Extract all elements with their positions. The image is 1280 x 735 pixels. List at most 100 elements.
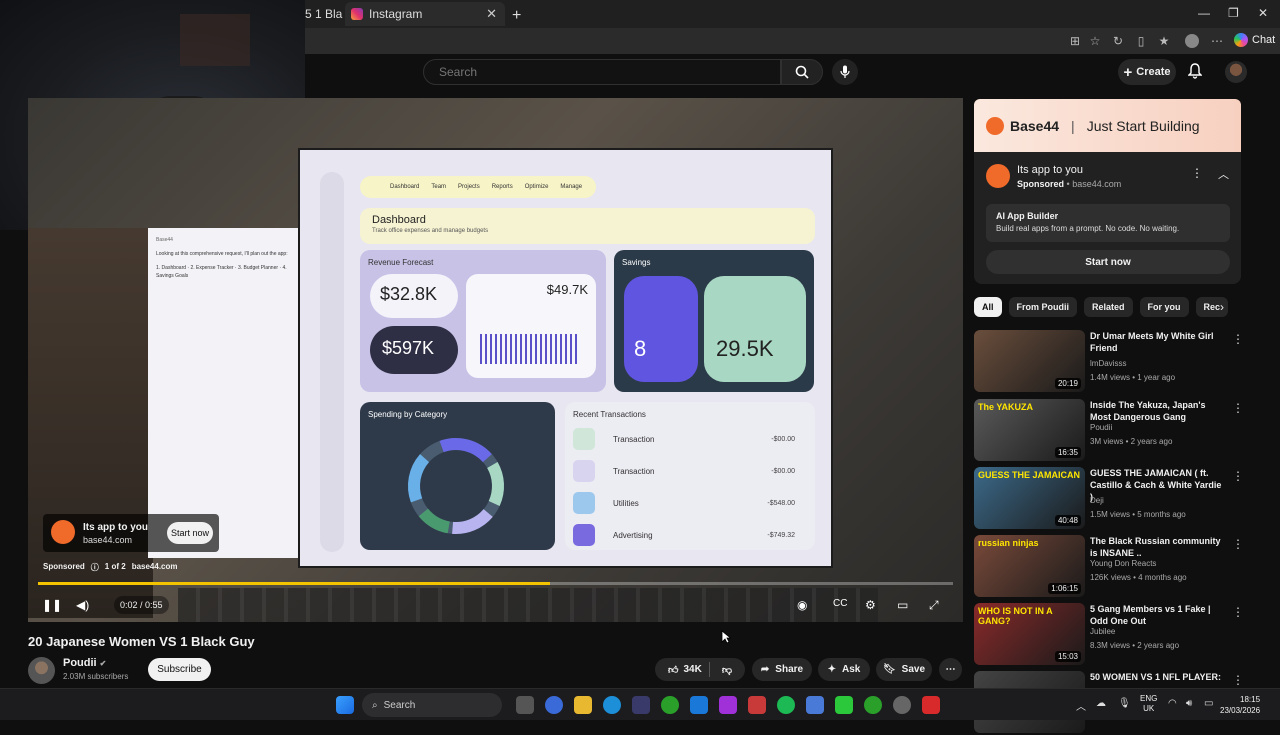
recommendation-item[interactable]: WHO IS NOT IN A GANG? 15:03 5 Gang Members… — [974, 603, 1244, 667]
recommendation-menu-icon[interactable]: ⋮ — [1232, 401, 1244, 415]
refresh-icon[interactable]: ↻ — [1111, 34, 1125, 48]
minimize-icon[interactable]: — — [1198, 6, 1210, 20]
recommendation-title[interactable]: 50 WOMEN VS 1 NFL PLAYER: — [1090, 671, 1224, 683]
like-button[interactable]: 👍︎ 34K — [668, 664, 702, 676]
recommendation-channel[interactable]: Jubilee — [1090, 627, 1115, 636]
app-available-icon[interactable]: ⊞ — [1068, 34, 1082, 48]
pause-icon[interactable]: ❚❚ — [42, 598, 62, 612]
profile-icon[interactable] — [1185, 34, 1199, 48]
recommendation-title[interactable]: GUESS THE JAMAICAN ( ft. Castillo & Cach… — [1090, 467, 1224, 503]
maximize-icon[interactable]: ❐ — [1228, 6, 1239, 20]
chevron-right-icon[interactable]: › — [1220, 300, 1224, 314]
captions-icon[interactable]: CC — [833, 598, 847, 609]
tray-app-icon[interactable]: ☁ — [1096, 698, 1106, 709]
video-thumbnail[interactable]: WHO IS NOT IN A GANG? 15:03 — [974, 603, 1085, 665]
close-tab-icon[interactable]: ✕ — [486, 6, 497, 22]
recommendation-item[interactable]: GUESS THE JAMAICAN 40:48 GUESS THE JAMAICA… — [974, 467, 1244, 531]
ad-menu-dots-icon[interactable]: ⋮ — [1191, 166, 1203, 180]
account-avatar[interactable] — [1225, 61, 1247, 83]
recommendation-title[interactable]: Inside The Yakuza, Japan's Most Dangerou… — [1090, 399, 1224, 423]
wifi-icon[interactable]: ◠ — [1168, 698, 1177, 709]
recommendation-item[interactable]: The YAKUZA 16:35 Inside The Yakuza, Japan'… — [974, 399, 1244, 463]
chip-related[interactable]: Related — [1084, 297, 1133, 317]
video-thumbnail[interactable]: russian ninjas 1:06:15 — [974, 535, 1085, 597]
share-button[interactable]: ➦ Share — [752, 658, 812, 681]
save-button[interactable]: 🔖︎ Save — [876, 658, 932, 681]
ask-button[interactable]: ✦ Ask — [818, 658, 870, 681]
visual-studio-icon[interactable] — [690, 696, 708, 714]
xbox-app-icon[interactable] — [864, 696, 882, 714]
recommendation-channel[interactable]: Young Don Reacts — [1090, 559, 1156, 568]
app-icon[interactable] — [748, 696, 766, 714]
ad-domain[interactable]: base44.com — [132, 562, 178, 573]
tab-instagram[interactable]: Instagram ✕ — [345, 2, 505, 26]
battery-icon[interactable]: ▭ — [1204, 698, 1213, 709]
sidebar-ad-banner[interactable]: Base44 | Just Start Building — [974, 99, 1241, 152]
task-view-icon[interactable] — [516, 696, 534, 714]
tab-previous[interactable]: 5 1 Bla — [305, 2, 345, 26]
search-button[interactable] — [781, 59, 823, 85]
clock[interactable]: 18:15 23/03/2026 — [1220, 694, 1260, 716]
channel-avatar[interactable] — [28, 657, 55, 684]
chip-for-you[interactable]: For you — [1139, 297, 1189, 317]
menu-dots-icon[interactable]: ⋯ — [1210, 34, 1224, 48]
recommendation-menu-icon[interactable]: ⋮ — [1232, 605, 1244, 619]
tray-mic-icon[interactable]: 🎙︎ — [1118, 698, 1131, 709]
video-thumbnail[interactable]: 20:19 — [974, 330, 1085, 392]
recommendation-channel[interactable]: Deji — [1090, 496, 1104, 505]
recommendation-title[interactable]: The Black Russian community is INSANE .. — [1090, 535, 1224, 559]
xbox-icon[interactable] — [661, 696, 679, 714]
dislike-button[interactable]: 👎︎ — [722, 664, 732, 676]
recommendation-menu-icon[interactable]: ⋮ — [1232, 469, 1244, 483]
voice-search-button[interactable] — [832, 59, 858, 85]
favorite-star-icon[interactable]: ☆ — [1088, 34, 1102, 48]
windows-start-icon[interactable] — [336, 696, 354, 714]
recommendation-channel[interactable]: Poudii — [1090, 423, 1112, 432]
more-actions-button[interactable]: ⋯ — [939, 658, 962, 681]
collapse-chevron-icon[interactable]: ︿ — [1218, 166, 1229, 182]
close-window-icon[interactable]: ✕ — [1258, 6, 1268, 20]
create-button[interactable]: + Create — [1118, 59, 1176, 85]
video-thumbnail[interactable]: The YAKUZA 16:35 — [974, 399, 1085, 461]
theater-mode-icon[interactable]: ▭ — [897, 598, 908, 612]
app-icon[interactable] — [922, 696, 940, 714]
recommendation-menu-icon[interactable]: ⋮ — [1232, 537, 1244, 551]
autoplay-toggle-icon[interactable]: ◉ — [797, 598, 807, 612]
chip-from-poudii[interactable]: From Poudii — [1008, 297, 1078, 317]
new-tab-icon[interactable]: + — [512, 4, 521, 28]
copilot-button[interactable]: Chat — [1234, 33, 1275, 47]
file-explorer-icon[interactable] — [574, 696, 592, 714]
search-input[interactable] — [424, 60, 780, 84]
channel-name[interactable]: Poudii ✔ — [63, 657, 106, 669]
spotify-icon[interactable] — [777, 696, 795, 714]
tray-chevron-icon[interactable]: ︿ — [1076, 698, 1086, 713]
app-icon[interactable] — [545, 696, 563, 714]
language-indicator[interactable]: ENG UK — [1140, 694, 1157, 714]
recommendation-menu-icon[interactable]: ⋮ — [1232, 332, 1244, 346]
recommendation-menu-icon[interactable]: ⋮ — [1232, 673, 1244, 687]
app-icon[interactable] — [719, 696, 737, 714]
recommendation-channel[interactable]: lmDavisss — [1090, 359, 1126, 368]
recommendation-item[interactable]: russian ninjas 1:06:15 The Black Russian c… — [974, 535, 1244, 599]
ad-info-icon[interactable]: ⓘ — [91, 562, 99, 573]
edge-browser-icon[interactable] — [603, 696, 621, 714]
recommendation-title[interactable]: Dr Umar Meets My White Girl Friend — [1090, 330, 1224, 354]
ad-overlay[interactable]: Its app to you base44.com Start now — [43, 514, 219, 552]
speaker-icon[interactable]: 🔊︎ — [1186, 698, 1192, 709]
sidebar-start-now-button[interactable]: Start now — [986, 250, 1230, 274]
favorites-icon[interactable]: ★ — [1157, 34, 1171, 48]
chip-all[interactable]: All — [974, 297, 1002, 317]
video-player[interactable]: Base44 Looking at this comprehensive req… — [28, 98, 963, 622]
sidebar-ad-description[interactable]: AI App Builder Build real apps from a pr… — [986, 204, 1230, 242]
search-box[interactable] — [423, 59, 781, 85]
store-icon[interactable] — [632, 696, 650, 714]
fullscreen-icon[interactable]: ⤢ — [929, 598, 939, 613]
recommendation-title[interactable]: 5 Gang Members vs 1 Fake | Odd One Out — [1090, 603, 1224, 627]
recommendation-item[interactable]: 20:19 Dr Umar Meets My White Girl Friend l… — [974, 330, 1244, 394]
settings-gear-icon[interactable]: ⚙ — [865, 598, 876, 612]
taskbar-search[interactable]: ⌕ Search — [362, 693, 502, 717]
progress-bar[interactable] — [38, 582, 953, 585]
video-thumbnail[interactable]: GUESS THE JAMAICAN 40:48 — [974, 467, 1085, 529]
app-icon[interactable] — [806, 696, 824, 714]
volume-icon[interactable]: ◀) — [76, 598, 89, 612]
